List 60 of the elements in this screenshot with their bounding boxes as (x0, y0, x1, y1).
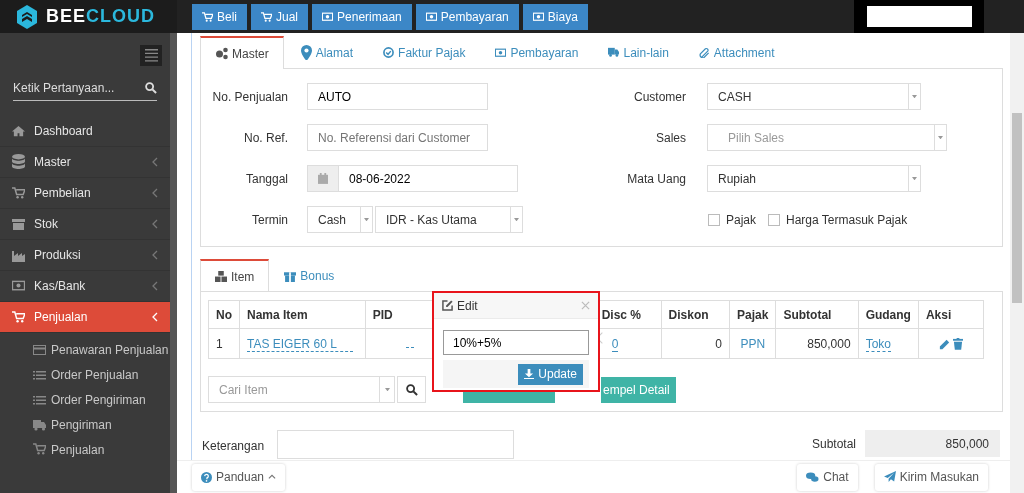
field-label: Mata Uang (626, 170, 686, 188)
date-field[interactable]: 08-06-2022 (338, 165, 518, 192)
feedback-button[interactable]: Kirim Masukan (874, 463, 988, 491)
logo-text: BEECLOUD (46, 5, 155, 28)
field-label: Tanggal (244, 170, 288, 188)
select-field[interactable]: CASH (707, 83, 921, 110)
nav-button[interactable]: Pembayaran (415, 4, 519, 30)
help-button[interactable]: Panduan (192, 463, 286, 491)
field-label: Customer (633, 88, 686, 106)
sidebar-item[interactable]: Penjualan (0, 302, 170, 333)
field-label: Termin (251, 211, 288, 229)
nav-button[interactable]: Beli (192, 4, 247, 30)
column-header: Diskon (661, 300, 730, 329)
select-field[interactable]: Cash (307, 206, 373, 233)
submenu-item[interactable]: Order Penjualan (33, 362, 170, 387)
submenu-item[interactable]: Penawaran Penjualan (33, 337, 170, 362)
tab[interactable]: Master (200, 36, 284, 69)
column-header: Gudang (858, 300, 919, 329)
field-label: Sales (654, 129, 686, 147)
table-cell: 0 (715, 336, 723, 351)
tab[interactable]: Alamat (285, 36, 369, 68)
tab[interactable]: Faktur Pajak (368, 36, 481, 68)
submenu-item[interactable]: Order Pengiriman (33, 387, 170, 412)
sidebar-item[interactable]: Master (0, 147, 170, 178)
search-field[interactable]: Ketik Pertanyaan... (13, 79, 145, 97)
text-field[interactable]: No. Referensi dari Customer (307, 124, 488, 151)
nav-button[interactable]: Jual (251, 4, 309, 30)
field-label: No. Ref. (243, 129, 288, 147)
item-search-field[interactable]: Cari Item (208, 376, 395, 403)
tab[interactable]: Attachment (683, 36, 790, 68)
chat-button[interactable]: Chat (797, 463, 858, 491)
column-header: Aksi (918, 300, 984, 329)
column-header: Subtotal (775, 300, 859, 329)
sidebar-item[interactable]: Stok (0, 209, 170, 240)
subtotal-field: 850,000 (865, 430, 1000, 457)
text-field[interactable]: AUTO (307, 83, 488, 110)
discount-field[interactable]: 10%+5% (443, 330, 589, 355)
field-label: Keterangan (201, 438, 266, 455)
submenu-item[interactable]: Pengiriman (33, 412, 170, 437)
nav-button[interactable]: Biaya (522, 4, 588, 30)
submenu-item[interactable]: Penjualan (33, 437, 170, 462)
column-header: Pajak (729, 300, 776, 329)
select-field[interactable]: IDR - Kas Utama (375, 206, 523, 233)
nav-button[interactable]: Penerimaan (312, 4, 412, 30)
table-cell: 850,000 (807, 336, 851, 351)
checkbox[interactable]: Pajak (708, 210, 757, 229)
discount-link[interactable]: 0 (611, 336, 619, 352)
tab[interactable]: Item (200, 259, 270, 292)
field-label: Subtotal (811, 436, 856, 453)
table-cell: 1 (216, 336, 223, 351)
popover-title: Edit (457, 297, 478, 315)
select-field[interactable]: Rupiah (707, 165, 921, 192)
column-header: No (208, 300, 240, 329)
field-label: No. Penjualan (211, 88, 288, 106)
update-button[interactable]: Update (518, 363, 583, 385)
tab[interactable]: Bonus (269, 259, 350, 291)
column-header: Nama Item (239, 300, 366, 329)
checkbox[interactable]: Harga Termasuk Pajak (768, 210, 908, 229)
tab[interactable]: Pembayaran (480, 36, 594, 68)
tab[interactable]: Lain-lain (593, 36, 684, 68)
